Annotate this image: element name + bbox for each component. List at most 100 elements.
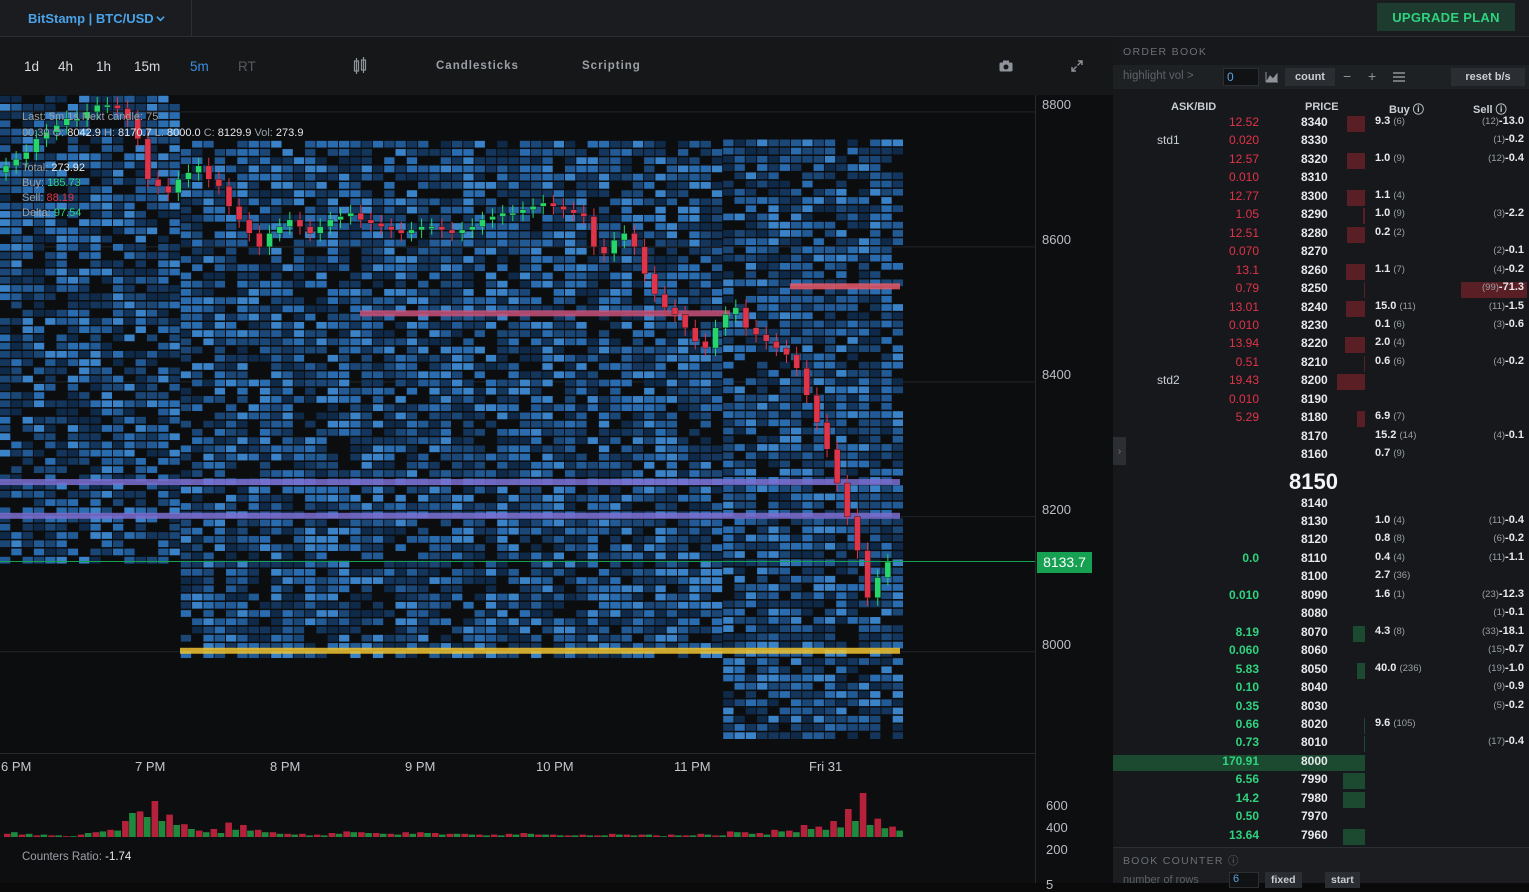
heatmap-cell (395, 544, 406, 551)
order-book-row[interactable]: 0.010 8190 (1113, 392, 1529, 410)
order-book-row[interactable]: 5.83 8050 40.0 (236) (19)-1.0 (1113, 662, 1529, 680)
heatmap-cell (180, 149, 192, 156)
order-book-row[interactable]: 0.66 8020 9.6 (105) (1113, 717, 1529, 735)
exchange-pair-selector[interactable]: BitStamp | BTC/USD (0, 0, 192, 36)
heatmap-cell (56, 153, 67, 161)
order-book-row[interactable]: 14.2 7980 (1113, 791, 1529, 809)
order-book-row[interactable]: 8130 1.0 (4) (11)-0.4 (1113, 514, 1529, 532)
order-book-row[interactable]: 170.91 8000 (1113, 754, 1529, 772)
order-book-row[interactable]: 0.73 8010 (17)-0.4 (1113, 735, 1529, 753)
heatmap-cell (158, 243, 169, 251)
candle-type-icon[interactable] (353, 57, 367, 75)
order-book-row[interactable]: 0.010 8310 (1113, 170, 1529, 188)
heatmap-cell (689, 214, 700, 222)
heatmap-cell (847, 732, 858, 740)
minus-icon[interactable]: − (1343, 68, 1351, 84)
heatmap-cell (824, 658, 836, 665)
plus-icon[interactable]: + (1368, 68, 1376, 84)
heatmap-cell (870, 617, 881, 624)
fullscreen-icon[interactable] (1071, 60, 1083, 72)
heatmap-cell (350, 173, 361, 181)
info-icon[interactable]: ⓘ (1228, 855, 1240, 867)
start-button[interactable]: start (1325, 872, 1360, 888)
heatmap-cell (689, 577, 700, 584)
heatmap-cell (700, 371, 711, 379)
order-book-row[interactable]: 13.01 8240 15.0 (11) (11)-1.5 (1113, 300, 1529, 318)
order-book-row[interactable]: 0.010 8090 1.6 (1) (23)-12.3 (1113, 588, 1529, 606)
heatmap-cell (666, 387, 677, 395)
order-book-row[interactable]: 8120 0.8 (8) (6)-0.2 (1113, 532, 1529, 550)
order-book-row[interactable]: 13.94 8220 2.0 (4) (1113, 336, 1529, 354)
order-book-row[interactable]: 6.56 7990 (1113, 772, 1529, 790)
upgrade-plan-button[interactable]: UPGRADE PLAN (1377, 3, 1515, 31)
heatmap-cell (440, 264, 451, 272)
heatmap-cell (723, 674, 734, 682)
heatmap-cell (813, 197, 824, 204)
heatmap-cell (644, 577, 655, 584)
highlight-vol-input[interactable]: 0 (1223, 68, 1259, 86)
reset-bs-button[interactable]: reset b/s (1451, 68, 1525, 86)
timeframe-1d[interactable]: 1d (24, 59, 39, 74)
heatmap-cell (293, 338, 305, 346)
order-book-row[interactable]: 12.51 8280 0.2 (2) (1113, 226, 1529, 244)
order-book-row[interactable]: 5.29 8180 6.9 (7) (1113, 410, 1529, 428)
heatmap-cell (542, 321, 553, 329)
area-chart-icon[interactable] (1265, 71, 1279, 83)
heatmap-cell (542, 601, 553, 609)
order-book-row[interactable]: 12.57 8320 1.0 (9) (12)-0.4 (1113, 152, 1529, 170)
list-icon[interactable] (1393, 72, 1405, 82)
timeframe-15m[interactable]: 15m (134, 59, 160, 74)
heatmap-cell (870, 518, 881, 525)
order-book-row[interactable]: 0.0 8110 0.4 (4) (11)-1.1 (1113, 551, 1529, 569)
order-book-row[interactable]: 8170 15.2 (14) (4)-0.1 (1113, 429, 1529, 447)
scripting-menu[interactable]: Scripting (582, 60, 641, 72)
heatmap-cell (892, 378, 903, 385)
heatmap-cell (519, 149, 531, 156)
heatmap-cell (248, 247, 259, 255)
heatmap-cell (22, 392, 33, 399)
heatmap-cell (847, 682, 858, 690)
order-book-row[interactable]: 0.35 8030 (5)-0.2 (1113, 699, 1529, 717)
order-book-row[interactable]: 13.1 8260 1.1 (7) (4)-0.2 (1113, 263, 1529, 281)
heatmap-cell (169, 252, 180, 259)
sell-volume-bar (549, 834, 557, 837)
order-book-row[interactable]: 0.060 8060 (15)-0.7 (1113, 643, 1529, 661)
order-book-row[interactable]: 13.64 7960 (1113, 828, 1529, 846)
order-book-row[interactable]: 8100 2.7 (36) (1113, 569, 1529, 587)
order-book-row[interactable]: std2 19.43 8200 (1113, 373, 1529, 391)
count-button[interactable]: count (1285, 68, 1335, 86)
heatmap-cell (135, 556, 146, 564)
candlesticks-menu[interactable]: Candlesticks (436, 60, 519, 72)
heatmap-cell (576, 239, 587, 247)
heatmap-cell (881, 262, 892, 270)
order-book-row[interactable]: 12.77 8300 1.1 (4) (1113, 189, 1529, 207)
timeframe-4h[interactable]: 4h (58, 59, 73, 74)
heatmap-cell (169, 227, 180, 235)
heatmap-plot[interactable]: Last: 5m 1s Next candle: 75 00:30 O: 804… (0, 95, 1035, 753)
fixed-button[interactable]: fixed (1265, 872, 1302, 888)
order-book-row[interactable]: 8080 (1)-0.1 (1113, 606, 1529, 624)
heatmap-cell (813, 699, 824, 707)
heatmap-cell (214, 453, 225, 461)
order-book-row[interactable]: 0.070 8270 (2)-0.1 (1113, 244, 1529, 262)
timeframe-rt[interactable]: RT (238, 59, 256, 74)
order-book-row[interactable]: 8160 0.7 (9) (1113, 447, 1529, 465)
order-book-row[interactable]: 8.19 8070 4.3 (8) (33)-18.1 (1113, 625, 1529, 643)
order-book-row[interactable]: std1 0.020 8330 (1)-0.2 (1113, 133, 1529, 151)
camera-icon[interactable] (999, 60, 1013, 72)
order-book-row[interactable]: 1.05 8290 1.0 (9) (3)-2.2 (1113, 207, 1529, 225)
heatmap-cell (881, 468, 892, 476)
heatmap-cell (45, 153, 56, 161)
order-book-row[interactable]: 0.79 8250 (99)-71.3 (1113, 281, 1529, 299)
order-book-row[interactable]: 0.10 8040 (9)-0.9 (1113, 680, 1529, 698)
order-book-row[interactable]: 12.52 8340 9.3 (6) (12)-13.0 (1113, 115, 1529, 133)
heatmap-cell (757, 164, 768, 171)
order-book-row[interactable]: 0.50 7970 (1113, 809, 1529, 827)
order-book-row[interactable]: 0.010 8230 0.1 (6) (3)-0.6 (1113, 318, 1529, 336)
heatmap-cell (293, 379, 305, 387)
timeframe-1h[interactable]: 1h (96, 59, 111, 74)
timeframe-5m[interactable]: 5m (190, 59, 209, 74)
rows-input[interactable]: 6 (1229, 872, 1259, 888)
order-book-row[interactable]: 8140 (1113, 496, 1529, 514)
order-book-row[interactable]: 0.51 8210 0.6 (6) (4)-0.2 (1113, 355, 1529, 373)
